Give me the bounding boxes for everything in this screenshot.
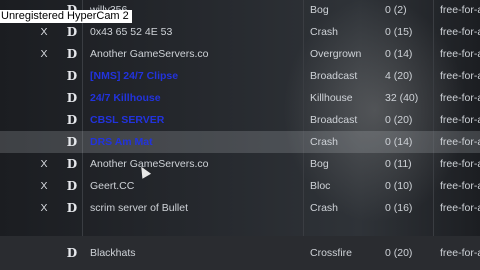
server-map: Bog xyxy=(310,158,329,170)
server-map: Killhouse xyxy=(310,92,353,104)
password-marker xyxy=(38,87,50,109)
password-marker: X xyxy=(40,48,48,60)
server-map: Crash xyxy=(310,202,339,214)
server-name: 0x43 65 52 4E 53 xyxy=(90,26,173,38)
dedicated-icon: D xyxy=(66,246,78,260)
server-map: Crash xyxy=(310,136,339,148)
server-gametype: free-for-all xyxy=(440,70,480,82)
server-map: Bog xyxy=(310,4,329,16)
server-row-selected[interactable]: D DRS Am Mat Crash 0 (14) free-for-all xyxy=(0,131,480,153)
dedicated-icon: D xyxy=(66,157,78,171)
server-gametype: free-for-all xyxy=(440,136,480,148)
server-gametype: free-for-all xyxy=(440,202,480,214)
server-players: 32 (40) xyxy=(385,92,419,104)
server-gametype: free-for-all xyxy=(440,26,480,38)
server-players: 0 (20) xyxy=(385,114,413,126)
server-row[interactable]: X D scrim server of Bullet Crash 0 (16) … xyxy=(0,197,480,219)
server-name: scrim server of Bullet xyxy=(90,202,189,214)
server-gametype: free-for-all xyxy=(440,48,480,60)
server-players: 0 (2) xyxy=(385,4,407,16)
server-row[interactable]: D 24/7 Killhouse Killhouse 32 (40) free-… xyxy=(0,87,480,109)
server-map: Bloc xyxy=(310,180,331,192)
server-gametype: free-for-all xyxy=(440,247,480,259)
server-name: CBSL SERVER xyxy=(90,114,165,126)
server-map: Broadcast xyxy=(310,114,358,126)
password-marker xyxy=(38,109,50,131)
server-gametype: free-for-all xyxy=(440,4,480,16)
server-gametype: free-for-all xyxy=(440,92,480,104)
password-marker: X xyxy=(40,158,48,170)
server-name: DRS Am Mat xyxy=(90,136,153,148)
dedicated-icon: D xyxy=(66,69,78,83)
server-players: 0 (20) xyxy=(385,247,413,259)
dedicated-icon: D xyxy=(66,135,78,149)
server-players: 0 (14) xyxy=(385,136,413,148)
server-row[interactable]: X D Another GameServers.co Bog 0 (11) fr… xyxy=(0,153,480,175)
server-row[interactable]: X D Geert.CC Bloc 0 (10) free-for-all xyxy=(0,175,480,197)
password-marker: X xyxy=(40,26,48,38)
server-name: Blackhats xyxy=(90,247,136,259)
dedicated-icon: D xyxy=(66,179,78,193)
server-row[interactable]: D CBSL SERVER Broadcast 0 (20) free-for-… xyxy=(0,109,480,131)
server-map: Crash xyxy=(310,26,339,38)
server-row[interactable]: D Blackhats Crossfire 0 (20) free-for-al… xyxy=(0,242,480,264)
server-name: Another GameServers.co xyxy=(90,48,209,60)
password-marker: X xyxy=(40,202,48,214)
server-players: 0 (11) xyxy=(385,158,412,170)
server-row[interactable]: X D Another GameServers.co Overgrown 0 (… xyxy=(0,43,480,65)
server-row[interactable]: X D 0x43 65 52 4E 53 Crash 0 (15) free-f… xyxy=(0,21,480,43)
dedicated-icon: D xyxy=(66,91,78,105)
server-row[interactable]: D [NMS] 24/7 Clipse Broadcast 4 (20) fre… xyxy=(0,65,480,87)
dedicated-icon: D xyxy=(66,201,78,215)
server-map: Broadcast xyxy=(310,70,358,82)
dedicated-icon: D xyxy=(66,25,78,39)
server-name: 24/7 Killhouse xyxy=(90,92,161,104)
dedicated-icon: D xyxy=(66,47,78,61)
server-map: Overgrown xyxy=(310,48,362,60)
password-marker: X xyxy=(40,180,48,192)
server-players: 0 (15) xyxy=(385,26,413,38)
server-name: Another GameServers.co xyxy=(90,158,209,170)
dedicated-icon: D xyxy=(66,113,78,127)
server-gametype: free-for-all xyxy=(440,158,480,170)
server-name: Geert.CC xyxy=(90,180,135,192)
server-players: 0 (16) xyxy=(385,202,413,214)
server-gametype: free-for-all xyxy=(440,180,480,192)
password-marker xyxy=(38,242,50,264)
server-map: Crossfire xyxy=(310,247,353,259)
server-name: [NMS] 24/7 Clipse xyxy=(90,70,179,82)
hypercam-watermark: Unregistered HyperCam 2 xyxy=(0,10,132,23)
server-gametype: free-for-all xyxy=(440,114,480,126)
password-marker xyxy=(38,131,50,153)
password-marker xyxy=(38,65,50,87)
server-players: 4 (20) xyxy=(385,70,413,82)
server-players: 0 (14) xyxy=(385,48,413,60)
server-players: 0 (10) xyxy=(385,180,413,192)
